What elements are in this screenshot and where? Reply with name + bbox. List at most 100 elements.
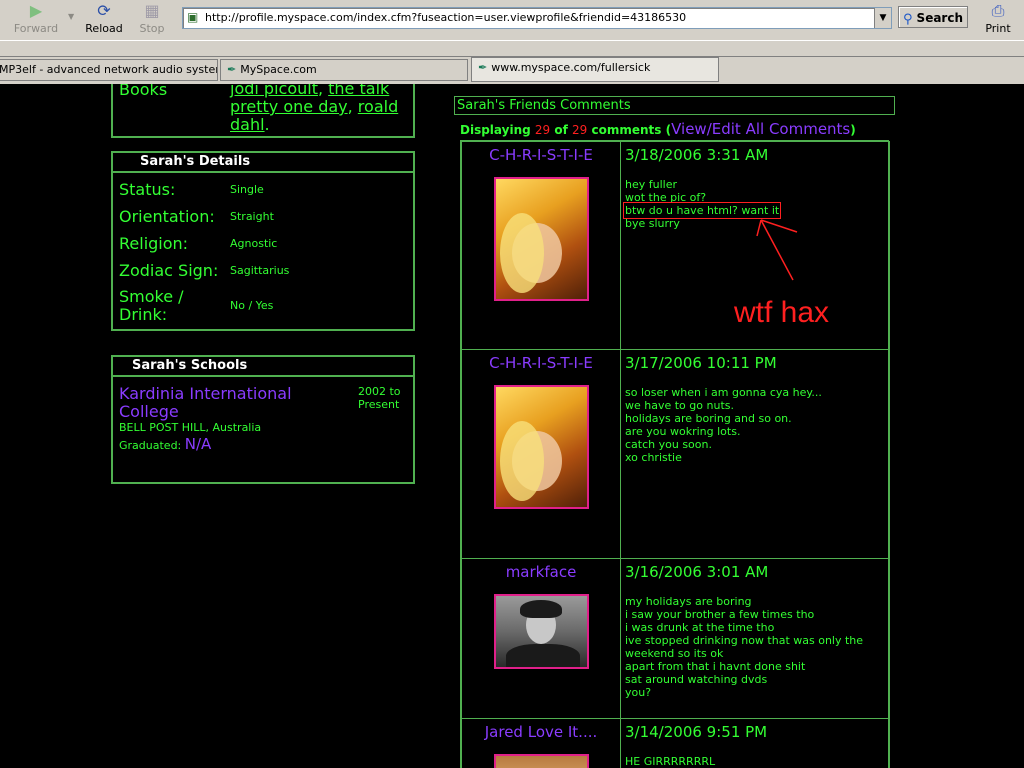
photo-hair <box>500 421 544 501</box>
comment-author-photo[interactable] <box>494 594 589 669</box>
stop-button[interactable]: ▦ Stop <box>136 0 168 40</box>
annotation-arrow-icon <box>756 219 798 281</box>
comment-line: weekend so its ok <box>625 647 724 660</box>
comment-author-photo[interactable] <box>494 177 589 301</box>
zodiac-value: Sagittarius <box>230 264 290 277</box>
books-label: Books <box>119 84 168 99</box>
comment-line: hey fuller <box>625 178 677 191</box>
books-text: jodi picoult, the talk pretty one day, r… <box>230 84 410 134</box>
comment-date: 3/18/2006 3:31 AM <box>625 146 769 164</box>
schools-title: Sarah's Schools <box>113 357 413 377</box>
forward-dropdown-icon[interactable]: ▼ <box>68 12 74 21</box>
comment-line: i was drunk at the time tho <box>625 621 775 634</box>
comment-date: 3/17/2006 10:11 PM <box>625 354 777 372</box>
address-input[interactable] <box>205 9 865 25</box>
comment-body-cell: 3/14/2006 9:51 PM HE GIRRRRRRRL <box>620 718 890 768</box>
print-label: Print <box>985 22 1011 35</box>
smoke-drink-label: Smoke / Drink: <box>119 287 184 324</box>
forward-label: Forward <box>13 22 59 35</box>
status-value: Single <box>230 183 264 196</box>
print-button[interactable]: ⎙ Print <box>980 0 1016 40</box>
comment-author-photo[interactable] <box>494 385 589 509</box>
graduated-label: Graduated: <box>119 439 182 452</box>
comment-body-cell: 3/18/2006 3:31 AM hey fuller wot the pic… <box>620 141 890 350</box>
reload-button[interactable]: ⟳ Reload <box>80 0 128 40</box>
count-shown: 29 <box>534 123 551 137</box>
tab-label: MP3elf - advanced network audio system <box>0 63 218 76</box>
tab-mp3elf[interactable]: MP3elf - advanced network audio system <box>0 59 218 81</box>
comment-line: HE GIRRRRRRRL <box>625 755 716 768</box>
photo-shoulders <box>506 644 580 667</box>
book-link[interactable]: pretty one day <box>230 97 348 116</box>
interests-box: Books jodi picoult, the talk pretty one … <box>111 84 415 138</box>
comment-line: are you wokring lots. <box>625 425 741 438</box>
forward-button[interactable]: ▶ Forward <box>4 0 68 40</box>
search-button[interactable]: ⚲ Search <box>898 6 968 28</box>
count-total: 29 <box>572 123 588 137</box>
comments-count-line: Displaying 29 of 29 comments (View/Edit … <box>460 120 856 138</box>
stop-label: Stop <box>139 22 165 35</box>
orientation-value: Straight <box>230 210 274 223</box>
comment-line: apart from that i havnt done shit <box>625 660 806 673</box>
comment-line: we have to go nuts. <box>625 399 734 412</box>
schools-box: Sarah's Schools Kardinia International C… <box>111 355 415 484</box>
tab-label: MySpace.com <box>240 63 317 76</box>
friends-comments-header: Sarah's Friends Comments <box>454 96 895 115</box>
details-box: Sarah's Details Status: Single Orientati… <box>111 151 415 331</box>
comment-author-cell: C-H-R-I-S-T-I-E <box>461 141 621 350</box>
book-link[interactable]: roald <box>358 97 398 116</box>
photo-hair <box>520 600 562 618</box>
page-icon: ✒ <box>478 61 488 74</box>
address-bar[interactable]: ▣ ▼ <box>182 7 892 29</box>
orientation-label: Orientation: <box>119 207 215 226</box>
browser-toolbar: ▶ Forward ▼ ⟳ Reload ▦ Stop ▣ ▼ ⚲ Search… <box>0 0 1024 41</box>
comment-author-link[interactable]: C-H-R-I-S-T-I-E <box>462 146 620 164</box>
years-start: 2002 to <box>358 385 401 398</box>
comment-author-link[interactable]: Jared Love It.... <box>462 723 620 741</box>
page-content: Books jodi picoult, the talk pretty one … <box>0 84 1024 768</box>
toolbar-spacer <box>0 41 1024 56</box>
comment-line: catch you soon. <box>625 438 712 451</box>
view-edit-comments-link[interactable]: View/Edit All Comments <box>671 120 850 138</box>
tab-bar: MP3elf - advanced network audio system ✒… <box>0 56 1024 84</box>
comment-author-cell: markface <box>461 558 621 719</box>
address-dropdown-icon[interactable]: ▼ <box>874 8 891 28</box>
search-icon: ⚲ <box>903 12 913 27</box>
comment-line: bye slurry <box>625 217 680 230</box>
comment-author-photo[interactable] <box>494 754 589 768</box>
book-link[interactable]: jodi picoult <box>230 84 318 98</box>
years-end: Present <box>358 398 400 411</box>
graduated-value: N/A <box>184 435 212 453</box>
comment-author-link[interactable]: markface <box>462 563 620 581</box>
comment-date: 3/14/2006 9:51 PM <box>625 723 768 741</box>
book-link[interactable]: dahl <box>230 115 265 134</box>
displaying-label: Displaying <box>460 123 531 137</box>
comment-line: wot the pic of? <box>625 191 707 204</box>
page-icon: ✒ <box>227 63 237 76</box>
status-label: Status: <box>119 180 176 199</box>
reload-icon: ⟳ <box>97 1 111 20</box>
comment-author-link[interactable]: C-H-R-I-S-T-I-E <box>462 354 620 372</box>
friends-comments-title: Sarah's Friends Comments <box>457 98 631 113</box>
book-link[interactable]: the talk <box>328 84 389 98</box>
comment-date: 3/16/2006 3:01 AM <box>625 563 769 581</box>
comment-body-cell: 3/16/2006 3:01 AM my holidays are boring… <box>620 558 890 719</box>
of-label: of <box>554 123 568 137</box>
school-location: BELL POST HILL, Australia <box>119 421 262 434</box>
comment-line: ive stopped drinking now that was only t… <box>625 634 864 647</box>
tab-myspace[interactable]: ✒ MySpace.com <box>220 59 468 81</box>
comment-author-cell: Jared Love It.... <box>461 718 621 768</box>
details-title: Sarah's Details <box>113 153 413 173</box>
comment-line: you? <box>625 686 652 699</box>
page-icon: ▣ <box>187 10 199 24</box>
religion-label: Religion: <box>119 234 189 253</box>
comment-line: my holidays are boring <box>625 595 752 608</box>
comment-body-cell: 3/17/2006 10:11 PM so loser when i am go… <box>620 349 890 559</box>
school-name[interactable]: Kardinia International College <box>119 385 319 421</box>
printer-icon: ⎙ <box>991 1 1005 20</box>
tab-label: www.myspace.com/fullersick <box>491 61 651 74</box>
comments-table: C-H-R-I-S-T-I-E 3/18/2006 3:31 AM hey fu… <box>460 140 890 768</box>
comments-label: comments <box>591 123 662 137</box>
tab-fullersick[interactable]: ✒ www.myspace.com/fullersick <box>471 57 719 82</box>
graduated-row: Graduated: N/A <box>119 435 211 453</box>
